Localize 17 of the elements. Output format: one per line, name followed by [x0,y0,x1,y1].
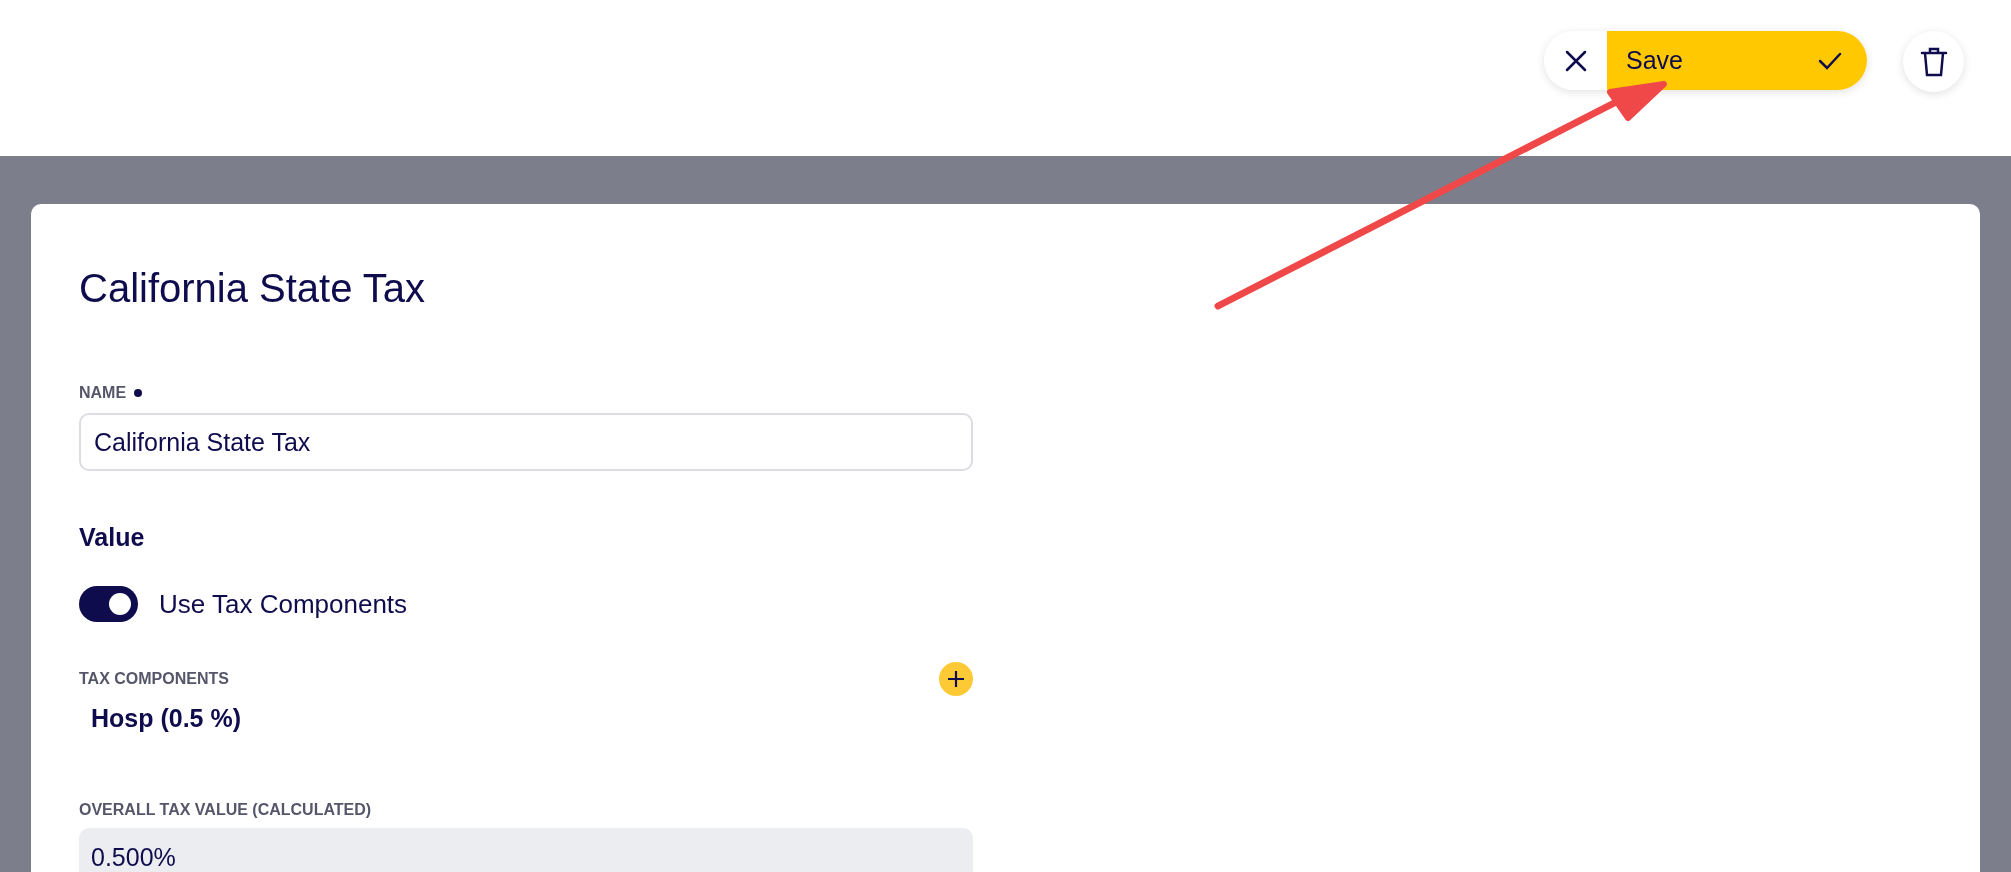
trash-icon [1919,45,1948,78]
field-label: NAME [79,383,127,403]
field-label: OVERALL TAX VALUE (CALCULATED) [79,800,373,820]
name-input-field[interactable]: California State Tax [79,413,973,471]
toggle-switch[interactable] [79,586,138,622]
toggle-label: Use Tax Components [159,587,408,621]
cancel-button[interactable] [1544,31,1607,90]
save-button[interactable]: Save [1607,31,1867,90]
tax-component: Hosp (0.5 %) [91,702,243,734]
close-icon [1564,49,1587,72]
plus-icon [947,669,965,688]
checkmark-icon [1818,50,1842,71]
section-heading: Value [79,522,146,553]
field-label: TAX COMPONENTS [79,668,229,689]
add-button[interactable] [939,661,973,696]
page-title: California State Tax [79,265,427,312]
delete-button[interactable] [1903,31,1964,92]
